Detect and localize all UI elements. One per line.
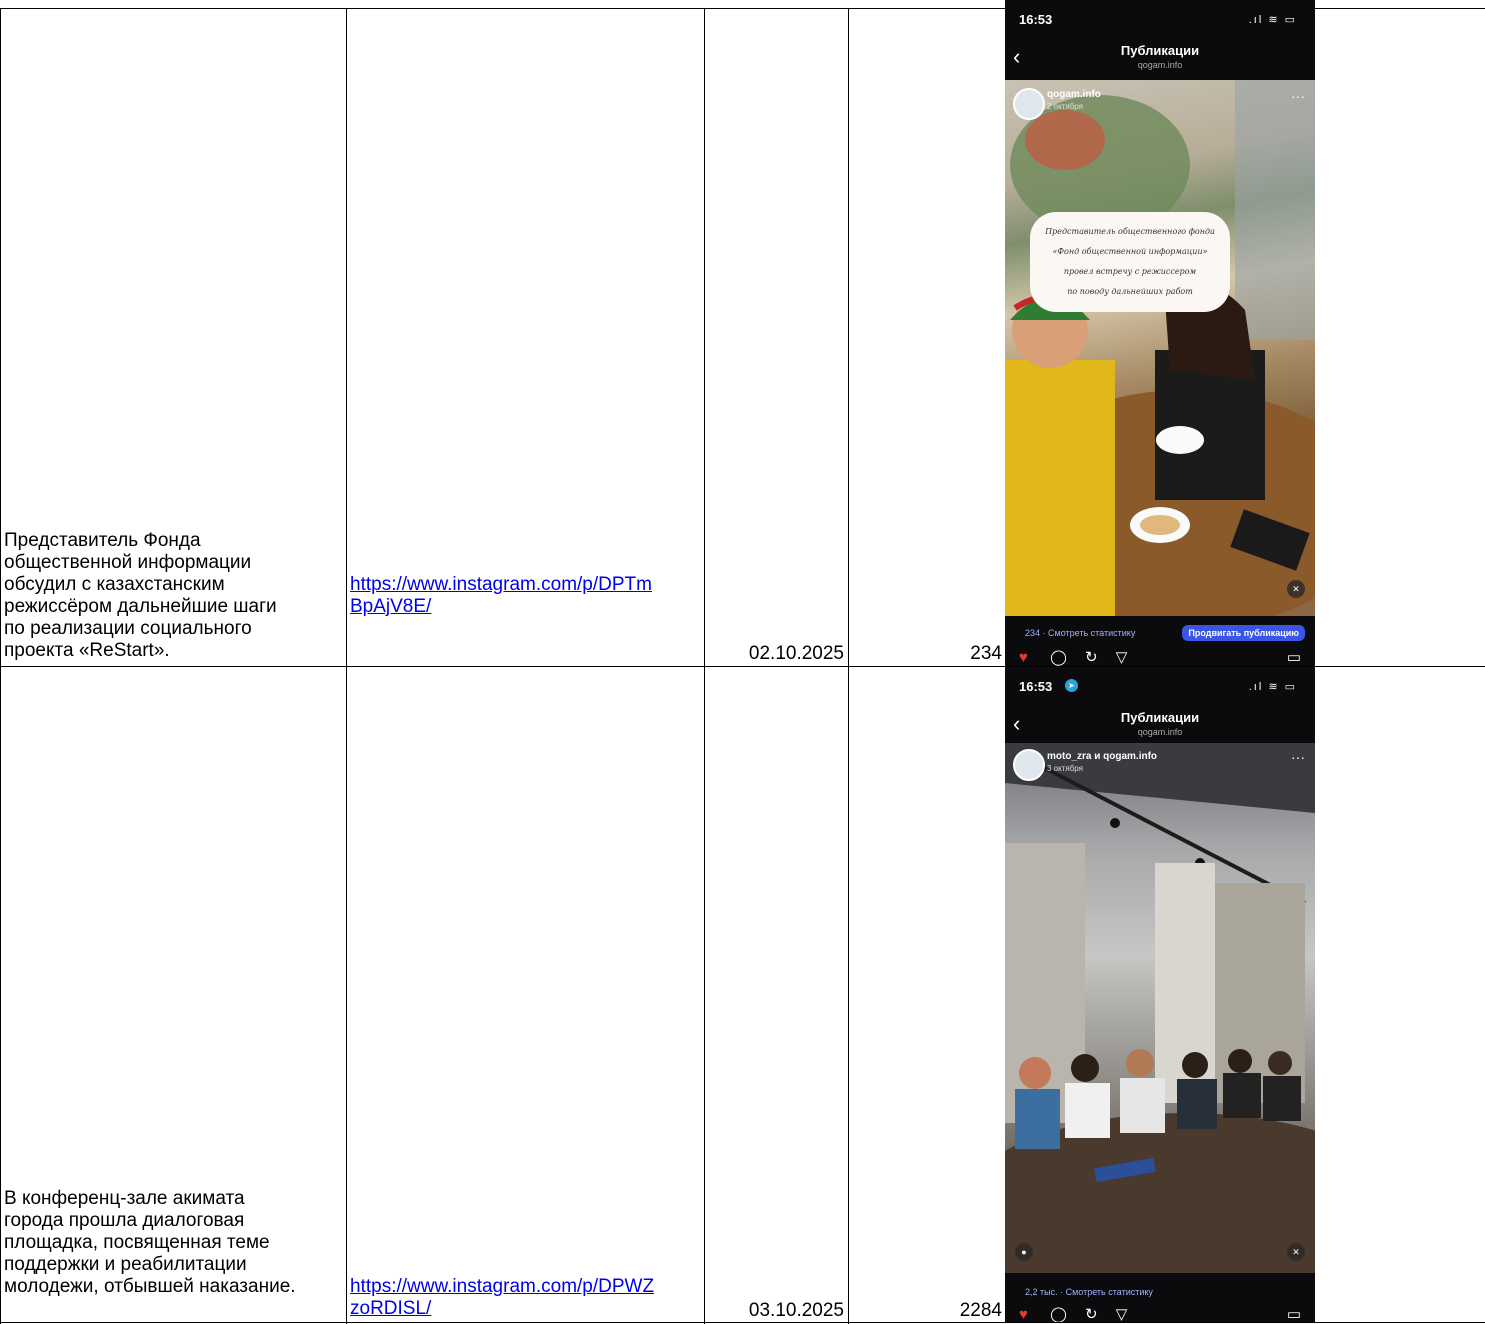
post-photo: qogam.info 2 октября ··· Представитель о… xyxy=(1005,80,1315,616)
bookmark-icon[interactable]: ▭ xyxy=(1287,1305,1301,1322)
avatar[interactable] xyxy=(1013,88,1045,120)
column-divider xyxy=(346,8,347,1324)
bookmark-icon[interactable]: ▭ xyxy=(1287,648,1301,666)
promote-post-button[interactable]: Продвигать публикацию xyxy=(1182,625,1305,641)
send-icon[interactable]: ▽ xyxy=(1116,649,1128,666)
post-date-label: 2 октября xyxy=(1047,102,1083,111)
tagged-people-icon[interactable]: ● xyxy=(1015,1243,1033,1261)
view-count: 2284 xyxy=(959,1300,1002,1321)
insights-link[interactable]: 2,2 тыс. · Смотреть статистику xyxy=(1025,1287,1153,1297)
telegram-icon: ➤ xyxy=(1065,679,1078,692)
post-actions: ♥ ◯ ↻ ▽ ▭ xyxy=(1019,1305,1301,1322)
instagram-screenshot: 16:53 ➤ .ıl ≋ ▭ ‹ Публикации qogam.info xyxy=(1005,667,1315,1322)
table-row-description: В конференц-зале акимата города прошла д… xyxy=(4,1188,296,1297)
heart-icon[interactable]: ♥ xyxy=(1019,1306,1028,1322)
post-actions: ♥ ◯ ↻ ▽ ▭ xyxy=(1019,648,1301,666)
post-photo: moto_zra и qogam.info 3 октября ··· ● ✕ xyxy=(1005,743,1315,1273)
repost-icon[interactable]: ↻ xyxy=(1085,1306,1098,1322)
nav-subtitle: qogam.info xyxy=(1137,60,1183,70)
status-time: 16:53 xyxy=(1019,12,1053,27)
repost-icon[interactable]: ↻ xyxy=(1085,649,1098,666)
nav-subtitle: qogam.info xyxy=(1137,727,1183,737)
status-bar: 16:53 .ıl ≋ ▭ xyxy=(1005,0,1315,40)
post-date: 03.10.2025 xyxy=(748,1300,844,1321)
nav-title: Публикации xyxy=(1120,710,1200,725)
post-date-label: 3 октября xyxy=(1047,764,1083,773)
mute-icon[interactable]: ✕ xyxy=(1287,1243,1305,1261)
conference-scene-illustration xyxy=(1005,743,1315,1273)
signal-wifi-battery-icon: .ıl ≋ ▭ xyxy=(1248,681,1297,693)
view-count: 234 xyxy=(970,643,1002,664)
more-options-icon[interactable]: ··· xyxy=(1291,88,1305,104)
mute-icon[interactable]: ✕ xyxy=(1287,580,1305,598)
column-divider xyxy=(0,8,1,1324)
signal-wifi-battery-icon: .ıl ≋ ▭ xyxy=(1248,14,1297,26)
post-link[interactable]: https://www.instagram.com/p/DPWZ zoRDISL… xyxy=(350,1276,702,1320)
table-row-description: Представитель Фонда общественной информа… xyxy=(4,530,277,661)
post-author[interactable]: qogam.info xyxy=(1047,89,1101,100)
nav-bar: ‹ Публикации qogam.info xyxy=(1005,705,1315,747)
insights-link[interactable]: 234 · Смотреть статистику xyxy=(1025,628,1135,638)
column-divider xyxy=(704,8,705,1324)
post-caption-overlay: Представитель общественного фонда «Фонд … xyxy=(1030,212,1230,312)
cafe-scene-illustration xyxy=(1005,80,1315,616)
comment-icon[interactable]: ◯ xyxy=(1050,649,1067,666)
comment-icon[interactable]: ◯ xyxy=(1050,1306,1067,1322)
status-bar: 16:53 ➤ .ıl ≋ ▭ xyxy=(1005,667,1315,707)
nav-title: Публикации xyxy=(1120,43,1200,58)
instagram-screenshot: 16:53 .ıl ≋ ▭ ‹ Публикации qogam.info qo… xyxy=(1005,0,1315,666)
row-divider xyxy=(0,1322,1485,1323)
send-icon[interactable]: ▽ xyxy=(1116,1306,1128,1322)
status-time: 16:53 xyxy=(1019,679,1053,694)
more-options-icon[interactable]: ··· xyxy=(1291,749,1305,765)
post-author[interactable]: moto_zra и qogam.info xyxy=(1047,751,1157,762)
column-divider xyxy=(848,8,849,1324)
heart-icon[interactable]: ♥ xyxy=(1019,649,1028,666)
post-date: 02.10.2025 xyxy=(748,643,844,664)
nav-bar: ‹ Публикации qogam.info xyxy=(1005,38,1315,80)
avatar[interactable] xyxy=(1013,749,1045,781)
post-link[interactable]: https://www.instagram.com/p/DPTm BpAjV8E… xyxy=(350,574,702,618)
